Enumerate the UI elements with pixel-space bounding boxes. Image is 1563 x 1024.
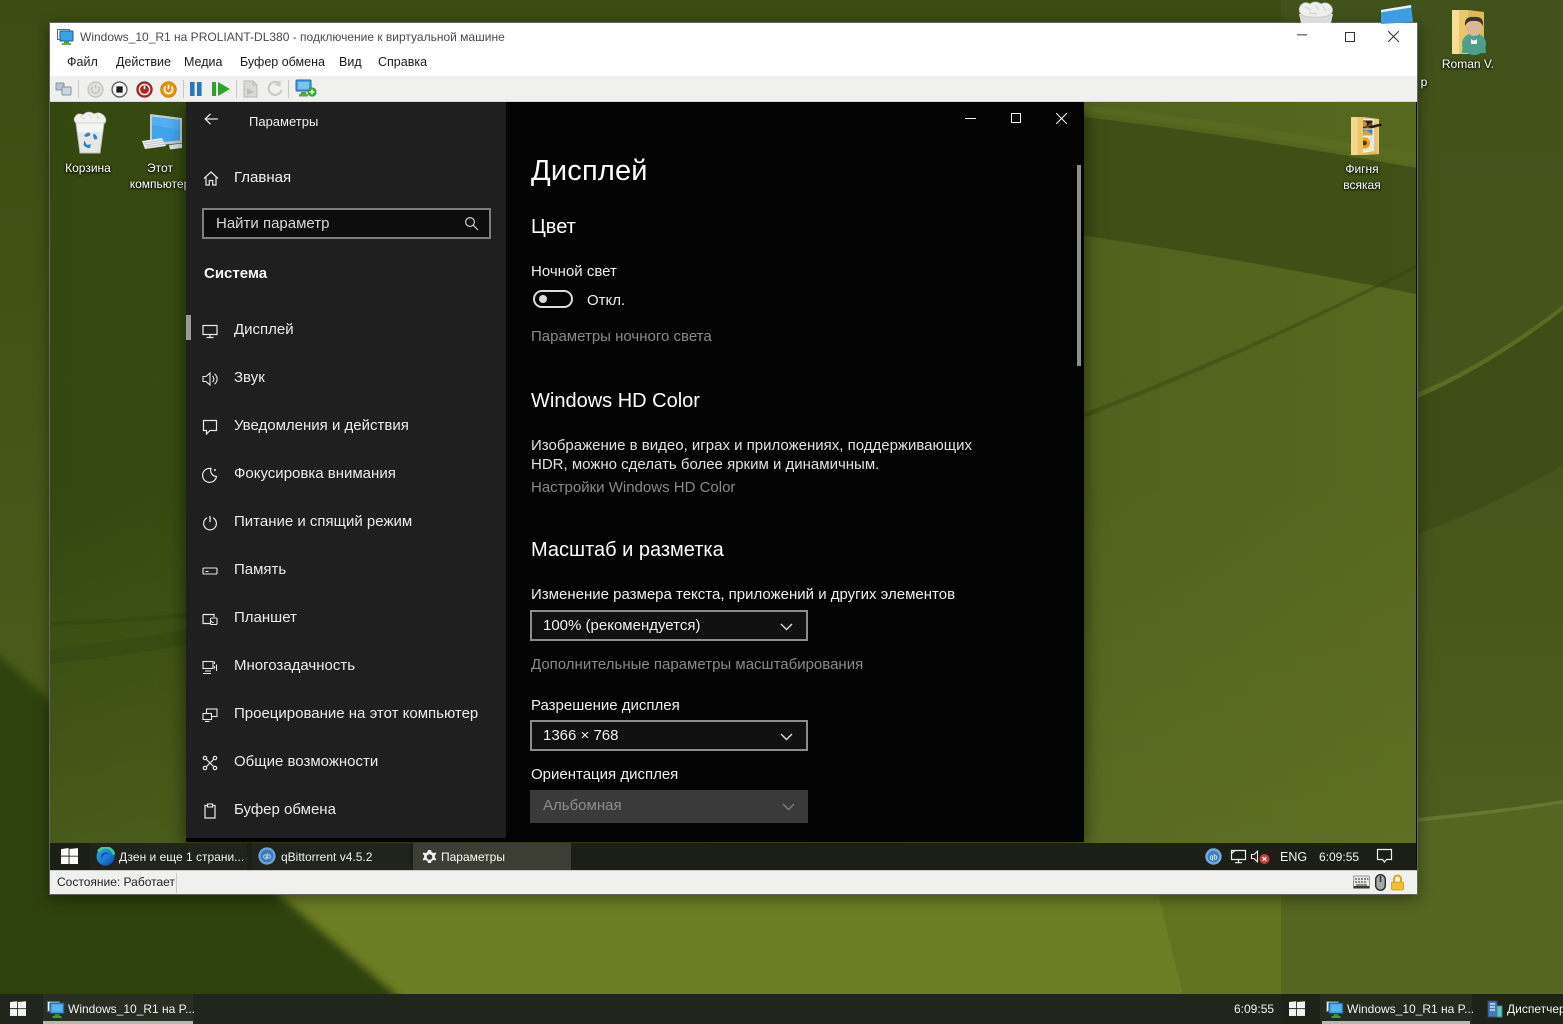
svg-text:qb: qb bbox=[263, 854, 271, 861]
svg-text:qb: qb bbox=[1210, 854, 1218, 861]
